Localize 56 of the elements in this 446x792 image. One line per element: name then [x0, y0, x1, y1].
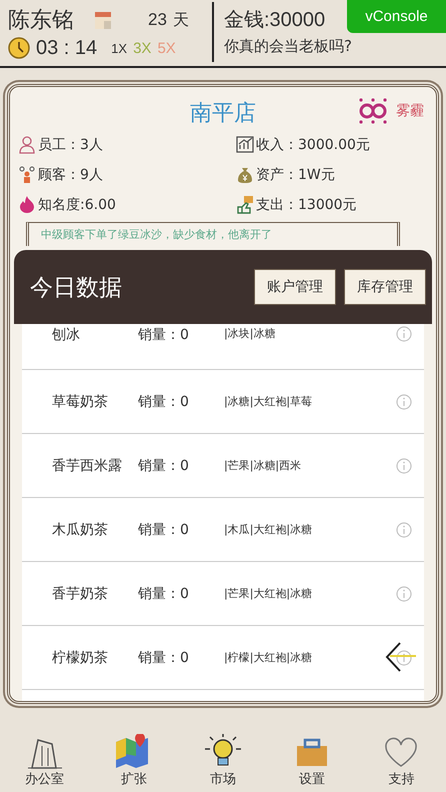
chart-icon [236, 135, 254, 154]
slogan-text: 你真的会当老板吗? [224, 37, 352, 56]
stat-text: 收入：3000.00元 [256, 136, 370, 154]
stat-text: 资产：1W元 [256, 166, 335, 184]
calendar-icon [94, 10, 112, 30]
sales-count: 销量：0 [138, 584, 190, 602]
ingredients-text: |芒果|大红袍|冰糖 [224, 586, 314, 601]
product-name: 刨冰 [52, 326, 81, 344]
product-name: 草莓奶茶 [52, 392, 109, 410]
manage-button[interactable]: 账户管理 [254, 269, 336, 305]
sales-count: 销量：0 [138, 456, 190, 474]
ingredients-text: |芒果|冰糖|西米 [224, 458, 302, 473]
ingredients-text: |柠檬|大红袍|冰糖 [224, 650, 314, 665]
info-icon[interactable] [396, 394, 412, 410]
notice-message: 中级顾客下单了绿豆冰沙，缺少食材，他离开了 [26, 222, 400, 246]
product-name: 香芋奶茶 [52, 584, 109, 602]
flame-icon [18, 195, 36, 214]
nav-label[interactable]: 扩张 [120, 770, 147, 788]
ingredients-text: |冰糖|大红袍|草莓 [224, 394, 314, 409]
product-name: 柠檬奶茶 [52, 648, 109, 666]
stat-text: 支出：13000元 [256, 196, 357, 214]
sales-count: 销量：0 [138, 520, 190, 538]
store-name: 南平店 [190, 100, 256, 128]
info-icon[interactable] [396, 458, 412, 474]
product-name: 木瓜奶茶 [52, 520, 109, 538]
speed-button[interactable]: 1X [111, 40, 128, 56]
sales-count: 销量：0 [138, 392, 190, 410]
player-name: 陈东铭 [8, 7, 75, 35]
nav-label[interactable]: 设置 [299, 770, 326, 788]
panel-title: 今日数据 [30, 274, 122, 302]
stat-text: 知名度:6.00 [38, 196, 116, 214]
stat-text: 员工：3人 [38, 136, 103, 154]
sales-count: 销量：0 [138, 648, 190, 666]
info-icon[interactable] [396, 522, 412, 538]
manage-button[interactable]: 库存管理 [344, 269, 426, 305]
ingredients-text: |木瓜|大红袍|冰糖 [224, 522, 314, 537]
money-amount: 金钱:30000 [224, 8, 326, 33]
sales-count: 销量：0 [138, 326, 190, 344]
nav-label[interactable]: 支持 [388, 770, 414, 788]
stat-text: 顾客：9人 [38, 166, 103, 184]
game-time: 03 : 14 [36, 36, 98, 60]
person-icon [18, 135, 36, 154]
info-icon[interactable] [396, 586, 412, 602]
info-icon[interactable] [396, 650, 412, 666]
money-bag-icon [236, 165, 254, 184]
clock-icon [8, 37, 30, 59]
day-count: 23 [148, 10, 167, 30]
nav-label[interactable]: 办公室 [25, 770, 64, 788]
day-unit: 天 [172, 10, 189, 30]
weather-label: 雾霾 [396, 102, 424, 120]
info-icon[interactable] [396, 326, 412, 342]
product-name: 香芋西米露 [52, 456, 123, 474]
payment-icon [236, 195, 254, 214]
nav-label[interactable]: 市场 [210, 770, 236, 788]
customers-icon [18, 165, 36, 184]
ingredients-text: |冰块|冰糖 [224, 326, 276, 341]
